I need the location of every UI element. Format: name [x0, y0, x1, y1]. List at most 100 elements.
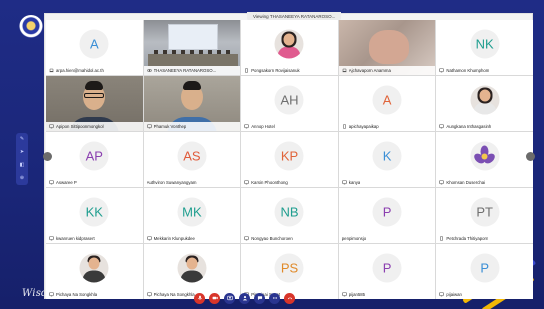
participant-tile[interactable]: Aapichayapaikap — [338, 76, 436, 131]
participant-tile[interactable]: Aungkana Inthasgasinh — [436, 76, 533, 131]
pen-icon[interactable]: ✎ — [20, 137, 24, 142]
mic-muted-icon — [188, 124, 192, 129]
participant-name-bar: Mekkarin Klunpukdee — [143, 234, 241, 243]
participant-name-bar: penpimonsjo — [338, 234, 436, 243]
participant-tile[interactable]: THASANEEYA RATANAROSO... — [143, 20, 241, 75]
pointer-icon[interactable]: ➤ — [20, 150, 24, 155]
mic-muted-icon — [295, 236, 299, 241]
chat-button[interactable] — [254, 292, 265, 304]
participant-name-bar: Nongyao Bunchoroen — [241, 234, 338, 243]
participant-name-bar: Ajchavaporn Anamma — [338, 66, 436, 75]
participant-tile[interactable]: Apipon Sittipoonmongkol — [46, 76, 143, 131]
mic-muted-icon — [277, 124, 281, 129]
video-icon — [212, 295, 218, 301]
phone-icon — [342, 124, 347, 129]
previous-page-arrow-icon[interactable] — [43, 152, 52, 161]
participant-name: Mekkarin Klunpukdee — [153, 236, 195, 241]
participant-name-bar: pijaiwan — [436, 290, 533, 299]
desktop-icon — [146, 236, 152, 241]
participant-tile[interactable]: Pichaya Na Songkhla — [143, 244, 241, 299]
participant-initials-avatar: AH — [274, 85, 304, 115]
participant-initials-avatar: KK — [79, 197, 109, 227]
participant-name-bar: Petchrada Thitiyaporn — [436, 234, 533, 243]
participant-name: Nongyao Bunchoroen — [251, 236, 293, 241]
participant-initials-avatar: P — [470, 253, 500, 283]
link-icon — [146, 68, 152, 73]
zoom-icon[interactable]: ⊕ — [20, 176, 24, 181]
participant-name: penpimonsjo — [341, 236, 367, 241]
participant-name-bar: Pichaya Na Songkhla — [46, 290, 143, 299]
desktop-icon — [49, 124, 54, 129]
participant-tile[interactable]: Ppijaiwan — [436, 244, 533, 299]
phone-icon — [244, 68, 249, 73]
more-button[interactable] — [269, 292, 280, 304]
leave-button[interactable] — [284, 292, 295, 304]
mic-muted-icon — [493, 124, 497, 129]
participant-initials-avatar: KP — [274, 141, 304, 171]
desktop-icon — [439, 68, 445, 73]
participant-tile[interactable]: KK kwanruen kidprasert — [46, 188, 143, 243]
participant-tile[interactable]: Ppijan585 — [338, 244, 436, 299]
next-page-arrow-icon[interactable] — [526, 152, 535, 161]
university-seal-logo — [19, 15, 43, 39]
participant-name-bar: Annop Hotel — [241, 122, 338, 131]
desktop-icon — [341, 180, 347, 185]
participant-name: Pongsakorn Rovijaisanuk — [251, 68, 300, 73]
participant-name: Petchrada Thitiyaporn — [446, 236, 489, 241]
participant-name: pijaiwan — [446, 292, 462, 297]
participant-tile[interactable]: Pichaya Na Songkhla — [46, 244, 143, 299]
participant-tile[interactable]: KP Karsin Phoonthong — [241, 132, 338, 187]
participant-tile[interactable]: Phamuk Vonthep — [143, 76, 241, 131]
mic-muted-icon — [381, 124, 385, 129]
mic-muted-icon — [197, 236, 201, 241]
participant-name-bar: Khomsan Duserchai — [436, 178, 533, 187]
video-button[interactable] — [209, 292, 220, 304]
participant-name: Phamuk Vonthep — [153, 124, 187, 129]
participant-tile[interactable]: Ajchavaporn Anamma — [338, 20, 436, 75]
participant-name: kanya — [348, 180, 361, 185]
participant-initials-avatar: P — [372, 197, 402, 227]
participant-name: apichayapaikap — [348, 124, 379, 129]
participant-tile[interactable]: Aarpa.hien@mahidol.ac.th — [46, 20, 143, 75]
desktop-icon — [49, 236, 54, 241]
participant-initials-avatar: AS — [177, 141, 207, 171]
participant-tile[interactable]: NB Nongyao Bunchoroen — [241, 188, 338, 243]
participant-tile[interactable]: Khomsan Duserchai — [436, 132, 533, 187]
participant-tile[interactable]: AH Annop Hotel — [241, 76, 338, 131]
desktop-icon — [439, 292, 445, 297]
mic-muted-icon — [487, 180, 491, 185]
participant-tile[interactable]: PT Petchrada Thitiyaporn — [436, 188, 533, 243]
participant-tile[interactable]: AP Aswaree P — [46, 132, 143, 187]
mic-muted-icon — [490, 236, 494, 241]
participant-name-bar: arpa.hien@mahidol.ac.th — [46, 66, 143, 75]
desktop-icon — [49, 180, 54, 185]
phone-icon — [439, 236, 444, 241]
participant-tile[interactable]: AS Authviron Suwanyangyam — [143, 132, 241, 187]
participant-name: Ajchavaporn Anamma — [348, 68, 391, 73]
participant-name: Authviron Suwanyangyam — [146, 180, 197, 185]
participant-tile[interactable]: MK Mekkarin Klunpukdee — [143, 188, 241, 243]
participant-initials-avatar: P — [372, 253, 402, 283]
share-button[interactable] — [224, 292, 235, 304]
participant-tile[interactable]: Kkanya — [338, 132, 436, 187]
participant-name-bar: apichayapaikap — [338, 122, 436, 131]
eraser-icon[interactable]: ◧ — [20, 163, 25, 168]
participant-name-bar: THASANEEYA RATANAROSO... — [143, 66, 241, 75]
participant-initials-avatar: A — [79, 29, 109, 59]
participant-tile[interactable]: PS Pimpinai Supat — [241, 244, 338, 299]
mic-button[interactable] — [194, 292, 205, 304]
participant-name: Nathamon Khumphom — [446, 68, 490, 73]
desktop-icon — [439, 180, 445, 185]
participant-tile[interactable]: Pongsakorn Rovijaisanuk — [241, 20, 338, 75]
participant-tile[interactable]: Ppenpimonsjo — [338, 188, 436, 243]
annotation-side-toolbar[interactable]: ✎ ➤ ◧ ⊕ — [16, 133, 28, 185]
mic-muted-icon — [106, 124, 110, 129]
mic-muted-icon — [79, 180, 83, 185]
participant-name: Pichaya Na Songkhla — [153, 292, 195, 297]
participant-initials-avatar: A — [372, 85, 402, 115]
participant-initials-avatar: AP — [79, 141, 109, 171]
participant-name-bar: Nathamon Khumphom — [436, 66, 533, 75]
participant-name: Aungkana Inthasgasinh — [446, 124, 492, 129]
participants-button[interactable] — [239, 292, 250, 304]
participant-tile[interactable]: NK Nathamon Khumphom — [436, 20, 533, 75]
